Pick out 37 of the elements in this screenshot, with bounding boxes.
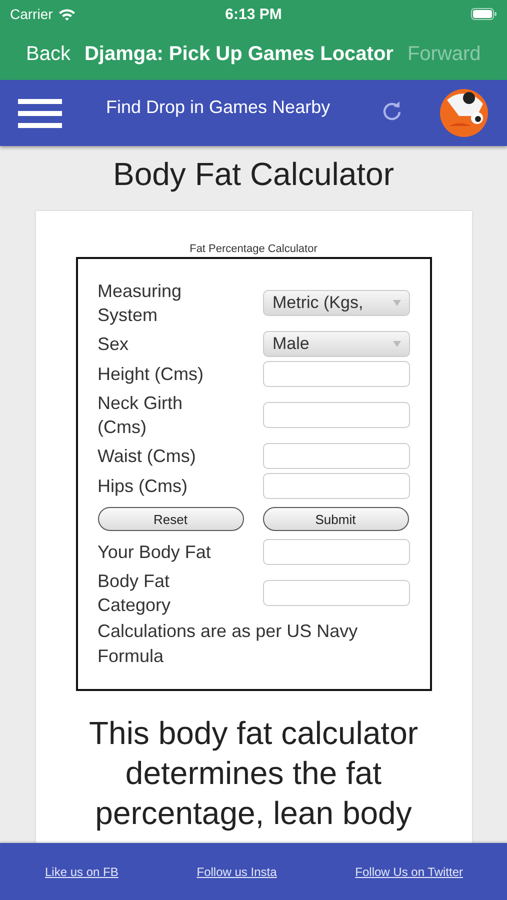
field-label: Height (Cms) [98,363,205,386]
field-label: Measuring System [98,280,183,327]
input-field[interactable] [262,361,410,387]
page-title: Body Fat Calculator [112,156,394,193]
footer-link[interactable]: Follow us Insta [196,864,277,878]
input-field[interactable] [262,580,410,606]
battery-icon [471,8,497,20]
input-field[interactable] [262,539,410,565]
footer-link[interactable]: Follow Us on Twitter [355,864,463,878]
dropdown[interactable]: Male [262,331,410,357]
field-label: Hips (Cms) [98,475,188,498]
input-field[interactable] [262,443,410,469]
app-bar-title: Find Drop in Games Nearby [106,96,332,118]
input-field[interactable] [262,473,410,499]
back-button[interactable]: Back [26,42,70,66]
clock-time: 6:13 PM [225,6,282,22]
wifi-icon [58,8,76,20]
field-label: Waist (Cms) [98,445,197,468]
footer-link[interactable]: Like us on FB [45,864,118,878]
caret-icon [392,341,400,347]
menu-button[interactable] [18,98,62,128]
field-label: Body Fat Category [98,570,172,617]
field-label: Neck Girth (Cms) [98,392,184,439]
ball-icon[interactable] [439,88,489,138]
form-button[interactable]: Reset [98,507,244,531]
refresh-icon[interactable] [381,100,403,122]
input-field[interactable] [262,402,410,428]
field-label: Sex [98,333,130,356]
nav-title: Djamga: Pick Up Games Locator [84,42,394,66]
field-label: Your Body Fat [98,541,212,564]
form-button[interactable]: Submit [262,507,408,531]
calculator-caption: Fat Percentage Calculator [190,243,318,255]
dropdown[interactable]: Metric (Kgs, [262,290,410,316]
caret-icon [392,300,400,306]
carrier-label: Carrier [10,6,53,22]
formula-note: Calculations are as per US Navy Formula [98,620,359,668]
description-text: This body fat calculator determines the fat percentage, lean body [88,714,420,833]
